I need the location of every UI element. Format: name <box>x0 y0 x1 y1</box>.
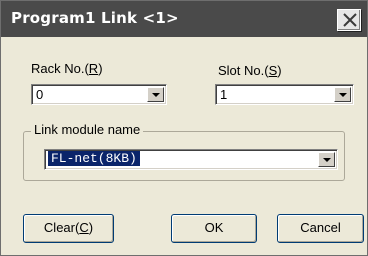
ok-label: OK <box>204 220 224 235</box>
rack-no-label: Rack No.(R) <box>31 61 103 76</box>
slot-no-label: Slot No.(S) <box>218 63 282 78</box>
slot-label-mnemonic: S <box>268 63 278 78</box>
link-module-value: FL-net(8KB) <box>48 151 140 166</box>
rack-label-end: ) <box>98 61 103 76</box>
slot-no-value: 1 <box>220 87 228 102</box>
cancel-label: Cancel <box>300 220 341 235</box>
chevron-down-icon <box>323 158 331 162</box>
slot-label-text: Slot No.( <box>218 63 269 78</box>
rack-label-text: Rack No.( <box>31 61 89 76</box>
rack-no-value: 0 <box>36 87 44 102</box>
chevron-down-icon <box>339 93 347 97</box>
slot-no-select[interactable]: 1 <box>215 84 354 105</box>
link-dialog: Program1 Link <1> Rack No.(R) 0 Slot No.… <box>0 0 368 256</box>
dialog-title: Program1 Link <1> <box>11 9 179 27</box>
cancel-button[interactable]: Cancel <box>277 214 364 243</box>
rack-no-select[interactable]: 0 <box>31 84 167 105</box>
title-bar[interactable]: Program1 Link <1> <box>1 1 367 37</box>
close-button[interactable] <box>337 9 361 31</box>
chevron-down-icon <box>152 93 160 97</box>
rack-label-mnemonic: R <box>88 61 99 76</box>
slot-dropdown-button[interactable] <box>334 87 351 102</box>
clear-label-end: ) <box>88 220 94 235</box>
clear-label-text: Clear( <box>43 220 80 235</box>
link-module-select[interactable]: FL-net(8KB) <box>44 149 338 170</box>
slot-label-end: ) <box>277 63 282 78</box>
clear-button[interactable]: Clear(C) <box>23 214 114 243</box>
link-module-group-label: Link module name <box>31 122 144 137</box>
clear-label-mnemonic: C <box>79 220 89 235</box>
ok-button[interactable]: OK <box>171 214 257 243</box>
close-icon <box>343 13 357 27</box>
link-module-dropdown-button[interactable] <box>318 152 335 167</box>
rack-dropdown-button[interactable] <box>147 87 164 102</box>
